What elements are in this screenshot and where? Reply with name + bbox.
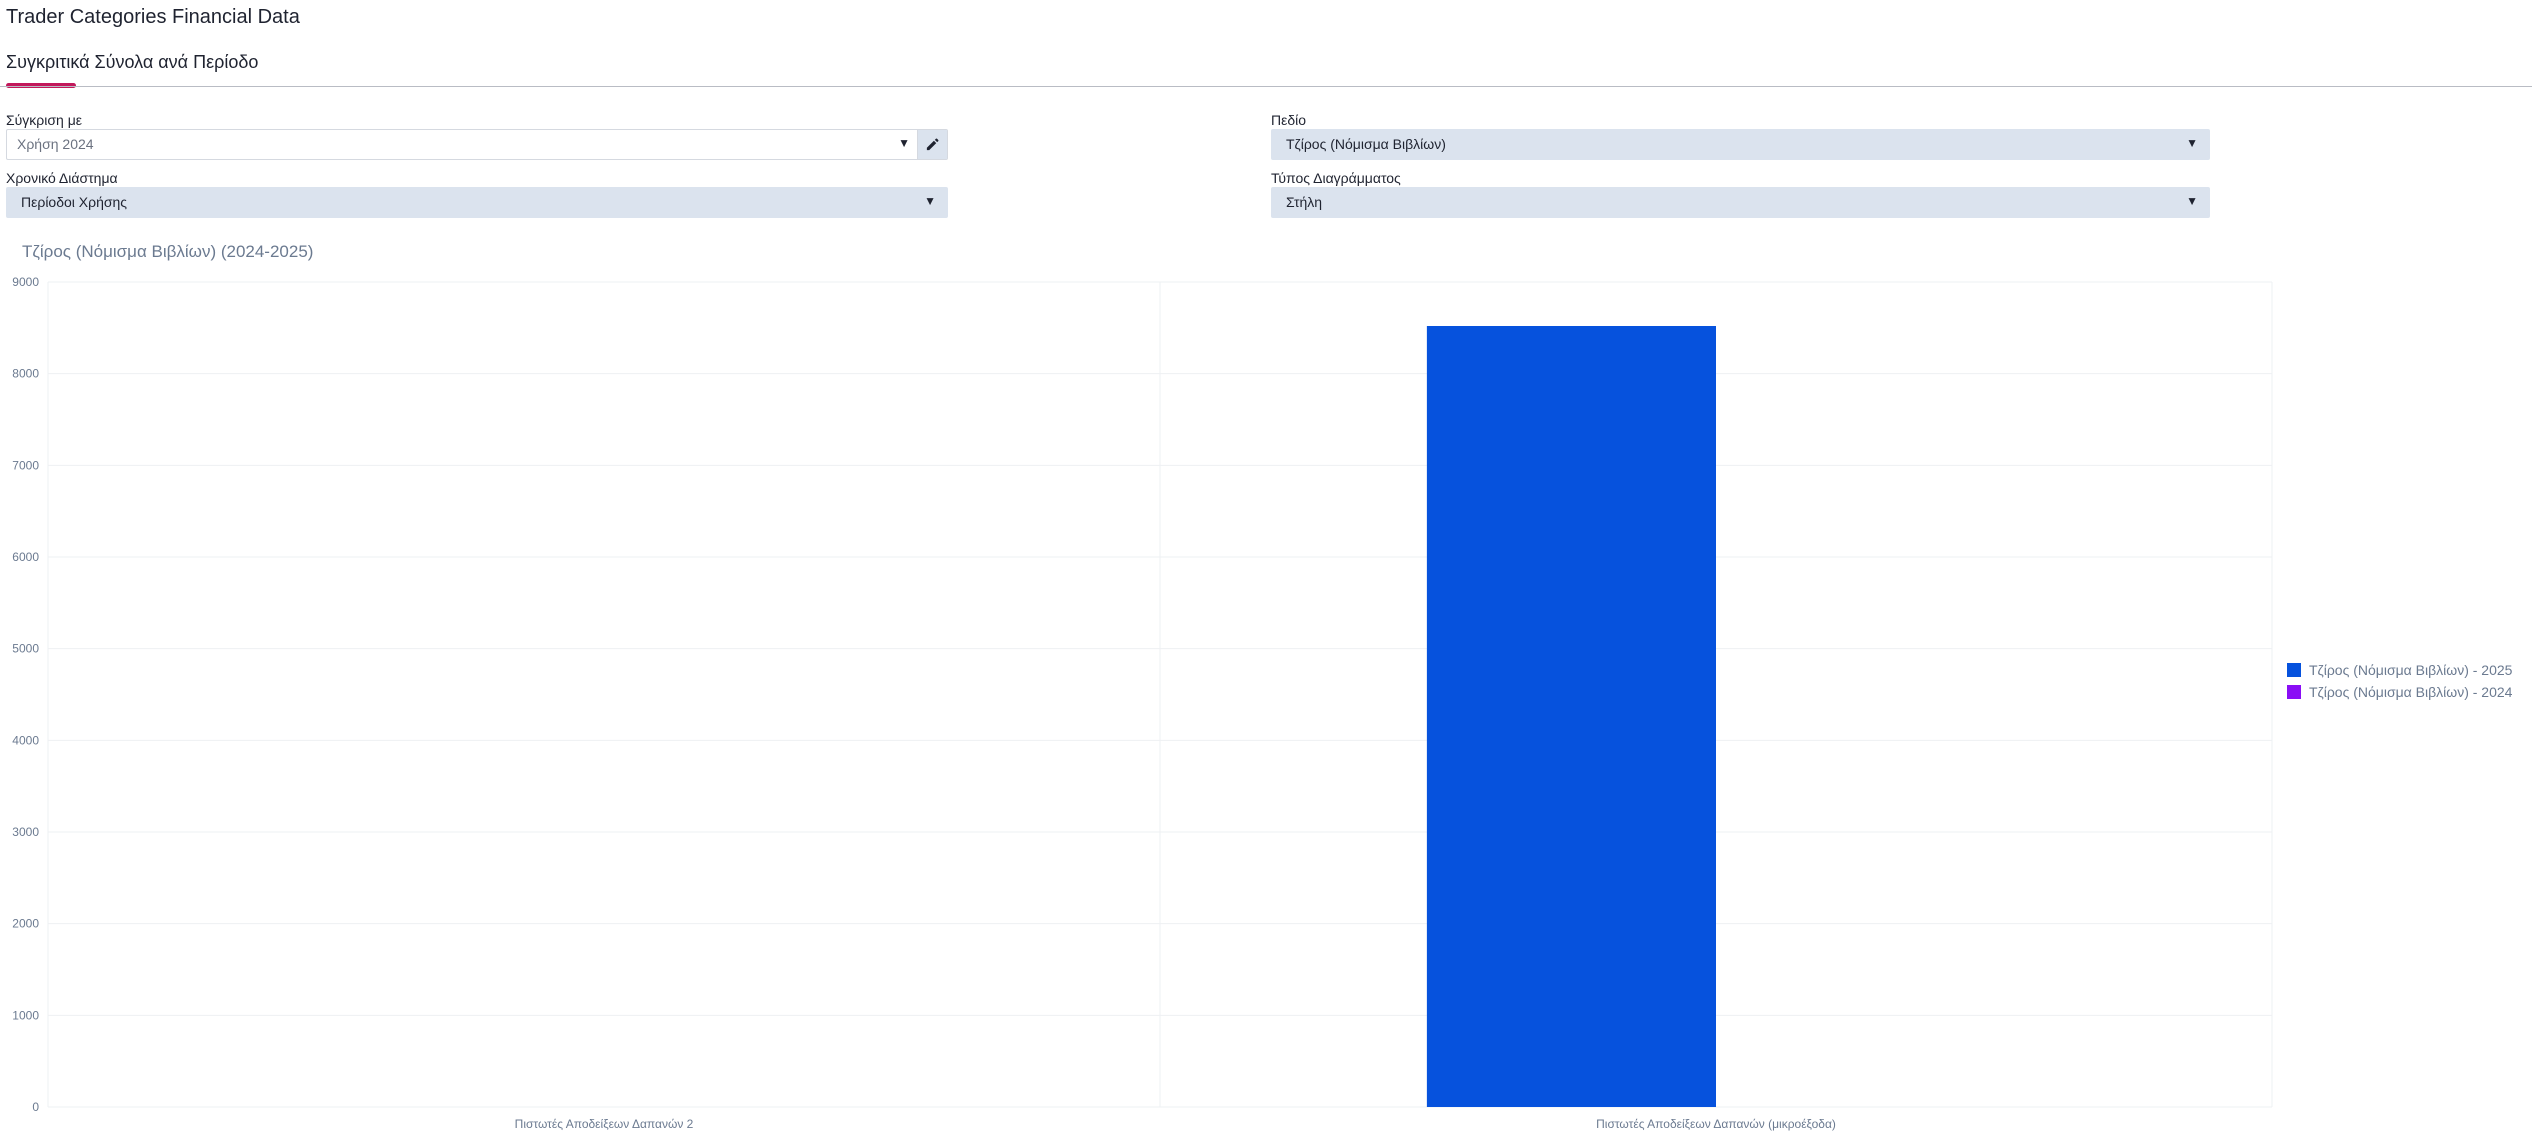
period-select[interactable]: Περίοδοι Χρήσης ▼ <box>6 187 948 218</box>
y-tick-label: 9000 <box>12 275 39 289</box>
y-tick-label: 4000 <box>12 733 39 747</box>
y-tick-label: 6000 <box>12 550 39 564</box>
field-select[interactable]: Τζίρος (Νόμισμα Βιβλίων) ▼ <box>1271 129 2210 160</box>
x-tick-label: Πιστωτές Αποδείξεων Δαπανών (μικροέξοδα) <box>1596 1117 1836 1131</box>
compare-label: Σύγκριση με <box>6 112 83 128</box>
chevron-down-icon[interactable]: ▼ <box>924 194 936 208</box>
x-tick-label: Πιστωτές Αποδείξεων Δαπανών 2 <box>515 1117 694 1131</box>
chevron-down-icon[interactable]: ▼ <box>2186 194 2198 208</box>
y-tick-label: 3000 <box>12 825 39 839</box>
chart-title: Τζίρος (Νόμισμα Βιβλίων) (2024-2025) <box>22 242 314 261</box>
legend-label-2024: Τζίρος (Νόμισμα Βιβλίων) - 2024 <box>2309 684 2513 700</box>
bar <box>1426 326 1716 1107</box>
compare-select[interactable]: Χρήση 2024 ▼ <box>6 129 948 160</box>
legend-swatch-2024 <box>2287 685 2301 699</box>
legend-item-2025[interactable]: Τζίρος (Νόμισμα Βιβλίων) - 2025 <box>2287 659 2512 681</box>
tabs-divider <box>0 86 2532 87</box>
period-value: Περίοδοι Χρήσης <box>21 194 128 210</box>
edit-button[interactable] <box>917 130 947 159</box>
chevron-down-icon[interactable]: ▼ <box>2186 136 2198 150</box>
field-label: Πεδίο <box>1271 112 1307 128</box>
y-tick-label: 0 <box>32 1100 39 1114</box>
chart-type-select[interactable]: Στήλη ▼ <box>1271 187 2210 218</box>
page-title: Trader Categories Financial Data <box>6 6 300 28</box>
chevron-down-icon[interactable]: ▼ <box>898 136 910 150</box>
y-tick-label: 7000 <box>12 458 39 472</box>
chart-type-value: Στήλη <box>1286 194 1323 210</box>
field-value: Τζίρος (Νόμισμα Βιβλίων) <box>1286 136 1446 152</box>
y-tick-label: 5000 <box>12 642 39 656</box>
pencil-icon <box>926 138 939 151</box>
y-tick-label: 1000 <box>12 1008 39 1022</box>
y-tick-label: 8000 <box>12 367 39 381</box>
chart-type-label: Τύπος Διαγράμματος <box>1271 170 1401 186</box>
chart-legend: Τζίρος (Νόμισμα Βιβλίων) - 2025 Τζίρος (… <box>2287 659 2512 703</box>
legend-item-2024[interactable]: Τζίρος (Νόμισμα Βιβλίων) - 2024 <box>2287 681 2512 703</box>
compare-value: Χρήση 2024 <box>17 136 94 152</box>
bar-chart: 0 1000 2000 3000 4000 5000 6000 7000 8000 9000 Πισ… <box>12 275 2273 1131</box>
legend-swatch-2025 <box>2287 663 2301 677</box>
tab-comparative-totals[interactable]: Συγκριτικά Σύνολα ανά Περίοδο <box>6 52 258 73</box>
period-label: Χρονικό Διάστημα <box>6 170 118 186</box>
y-tick-label: 2000 <box>12 917 39 931</box>
legend-label-2025: Τζίρος (Νόμισμα Βιβλίων) - 2025 <box>2309 662 2513 678</box>
